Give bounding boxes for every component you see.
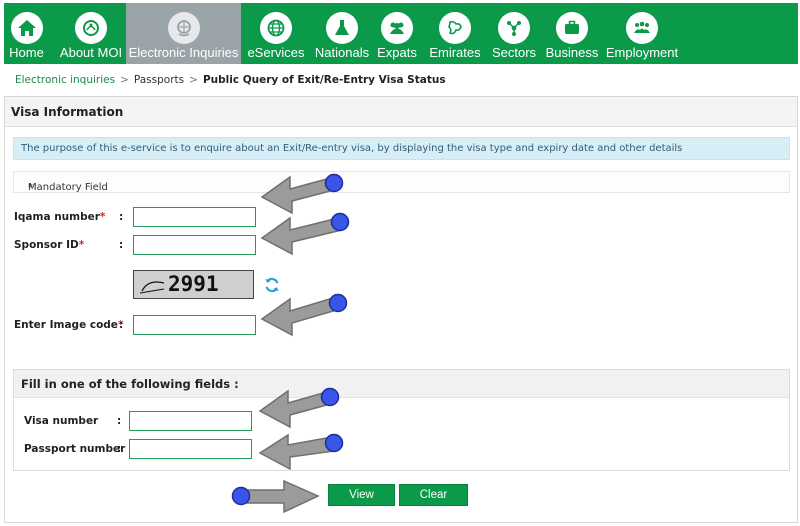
visa-number-input[interactable]	[129, 411, 252, 431]
nav-label-business: Business	[545, 45, 599, 60]
chevron-right-icon: >	[189, 74, 198, 86]
globe-icon	[260, 12, 292, 44]
alternative-fields-heading: Fill in one of the following fields :	[21, 377, 239, 391]
nav-label-electronic-inquiries: Electronic Inquiries	[128, 45, 239, 60]
alternative-fields-header: Fill in one of the following fields :	[14, 370, 789, 398]
panel-title: Visa Information	[11, 105, 124, 119]
nav-item-expats[interactable]: Expats	[377, 3, 417, 64]
emblem-icon	[75, 12, 107, 44]
captcha-text: 2991	[168, 272, 219, 296]
nav-label-expats: Expats	[377, 45, 417, 60]
annotation-arrow-right	[231, 479, 320, 514]
info-banner: The purpose of this e-service is to enqu…	[13, 137, 790, 160]
sponsor-id-input[interactable]	[133, 235, 256, 255]
nav-label-nationals: Nationals	[314, 45, 370, 60]
iqama-number-input[interactable]	[133, 207, 256, 227]
visa-information-panel: Visa Information The purpose of this e-s…	[4, 96, 798, 523]
nav-item-nationals[interactable]: Nationals	[311, 3, 373, 64]
people-icon	[381, 12, 413, 44]
view-button[interactable]: View	[328, 484, 395, 506]
nav-item-business[interactable]: Business	[542, 3, 602, 64]
annotation-arrow-left	[260, 293, 348, 337]
visa-number-label: Visa number	[24, 415, 99, 427]
nav-label-home: Home	[9, 45, 44, 60]
briefcase-icon	[556, 12, 588, 44]
breadcrumb-link-electronic-inquiries[interactable]: Electronic inquiries	[15, 74, 115, 86]
group-icon	[626, 12, 658, 44]
image-code-input[interactable]	[133, 315, 256, 335]
image-code-label: Enter Image code*	[14, 319, 123, 331]
panel-header: Visa Information	[5, 97, 797, 127]
sponsor-label: Sponsor ID*	[14, 239, 84, 251]
nav-item-home[interactable]: Home	[4, 3, 49, 64]
nav-item-eservices[interactable]: eServices	[247, 3, 305, 64]
iqama-label: Iqama number*	[14, 211, 105, 223]
nav-item-sectors[interactable]: Sectors	[489, 3, 539, 64]
map-icon	[439, 12, 471, 44]
clear-button[interactable]: Clear	[399, 484, 468, 506]
sponsor-label-text: Sponsor ID	[14, 239, 79, 251]
colon: :	[117, 415, 122, 427]
nav-label-employment: Employment	[605, 45, 679, 60]
alternative-fields-panel: Fill in one of the following fields : Vi…	[13, 369, 790, 471]
required-asterisk: *	[99, 211, 106, 223]
nav-label-emirates: Emirates	[429, 45, 481, 60]
mandatory-text: Mandatory Field	[28, 182, 108, 193]
chevron-right-icon: >	[120, 74, 129, 86]
nav-item-employment[interactable]: Employment	[605, 3, 679, 64]
nav-label-sectors: Sectors	[491, 45, 537, 60]
image-code-label-text: Enter Image code	[14, 319, 118, 331]
colon: :	[119, 239, 124, 251]
main-nav: Home About MOI Electronic Inquiries eSer…	[4, 3, 798, 64]
required-asterisk: *	[78, 239, 85, 251]
info-text: The purpose of this e-service is to enqu…	[21, 143, 683, 154]
colon: :	[119, 211, 124, 223]
nav-label-eservices: eServices	[247, 45, 305, 60]
captcha-image: 2991	[133, 270, 254, 299]
nav-item-electronic-inquiries[interactable]: Electronic Inquiries	[126, 3, 241, 64]
mandatory-note: * Mandatory Field	[13, 171, 790, 193]
annotation-arrow-left	[260, 212, 350, 256]
home-icon	[10, 12, 43, 44]
nav-label-about: About MOI	[59, 45, 123, 60]
iqama-label-text: Iqama number	[14, 211, 100, 223]
breadcrumb-link-passports[interactable]: Passports	[134, 74, 184, 86]
nav-item-emirates[interactable]: Emirates	[425, 3, 485, 64]
nav-item-about[interactable]: About MOI	[57, 3, 125, 64]
breadcrumb: Electronic inquiries > Passports > Public Qu…	[15, 74, 446, 86]
annotation-arrow-left	[258, 387, 340, 429]
colon: :	[119, 319, 124, 331]
globe-hand-icon	[167, 12, 200, 44]
flask-icon	[326, 12, 358, 44]
annotation-arrow-left	[258, 433, 344, 471]
share-icon	[498, 12, 530, 44]
passport-number-label: Passport number	[24, 443, 126, 455]
breadcrumb-current: Public Query of Exit/Re-Entry Visa Statu…	[202, 74, 446, 86]
colon: :	[117, 443, 122, 455]
passport-number-input[interactable]	[129, 439, 252, 459]
